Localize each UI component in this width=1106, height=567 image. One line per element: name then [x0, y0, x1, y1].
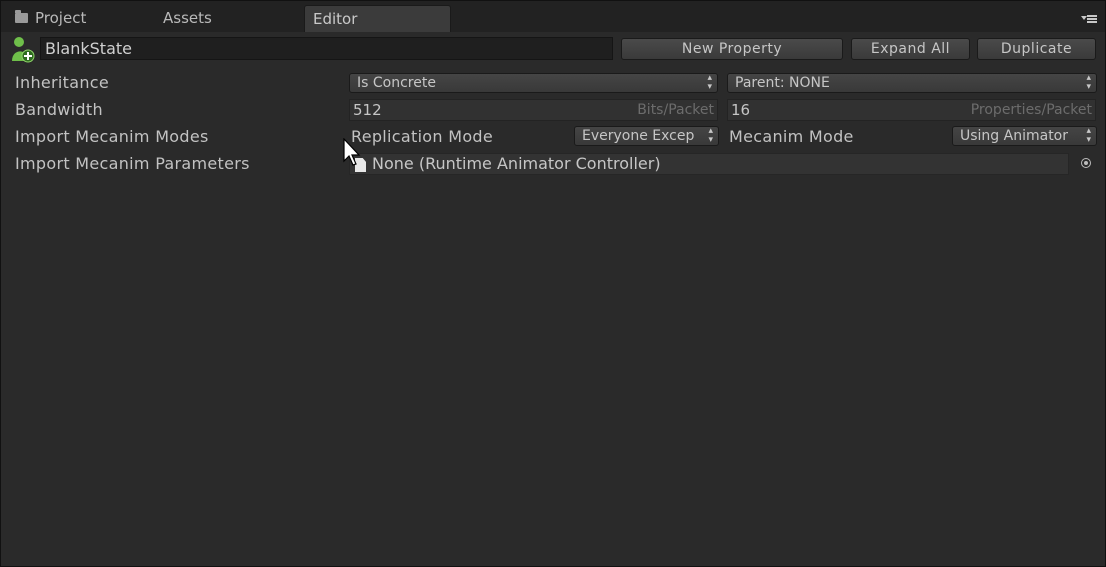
updown-arrows-icon: ▴ ▾ [1086, 73, 1091, 92]
replication-mode-dropdown[interactable]: Everyone Excep ▴ ▾ [574, 126, 719, 146]
expand-all-button[interactable]: Expand All [851, 38, 970, 60]
bits-unit: Bits/Packet [637, 102, 714, 118]
inheritance-mode-dropdown[interactable]: Is Concrete ▴ ▾ [349, 73, 718, 93]
object-picker-icon[interactable] [1081, 158, 1091, 168]
new-property-button[interactable]: New Property [621, 38, 843, 60]
bits-per-packet-field[interactable]: 512 Bits/Packet [349, 99, 718, 121]
state-name-input[interactable] [40, 37, 613, 60]
props-value: 16 [731, 101, 751, 119]
mecanim-mode-dropdown[interactable]: Using Animator ▴ ▾ [952, 126, 1097, 146]
inheritance-label: Inheritance [15, 73, 110, 92]
mecanim-parameters-label: Import Mecanim Parameters [15, 154, 250, 173]
tab-bar: Project Assets Editor [1, 1, 1105, 32]
updown-arrows-icon: ▴ ▾ [708, 126, 713, 145]
replication-mode-value: Everyone Excep [582, 128, 695, 144]
tab-editor-label: Editor [313, 10, 358, 28]
properties-per-packet-field[interactable]: 16 Properties/Packet [727, 99, 1096, 121]
state-add-icon [12, 37, 35, 63]
updown-arrows-icon: ▴ ▾ [707, 73, 712, 92]
animator-controller-field[interactable]: None (Runtime Animator Controller) [349, 153, 1069, 175]
tab-project-label: Project [35, 9, 87, 27]
inheritance-mode-value: Is Concrete [357, 75, 436, 91]
mouse-cursor-icon [343, 138, 361, 166]
tab-menu-icon[interactable] [1081, 13, 1097, 23]
tab-project[interactable]: Project [15, 5, 155, 32]
parent-dropdown[interactable]: Parent: NONE ▴ ▾ [727, 73, 1097, 93]
parent-value: Parent: NONE [735, 75, 830, 91]
mecanim-modes-label: Import Mecanim Modes [15, 127, 209, 146]
updown-arrows-icon: ▴ ▾ [1086, 126, 1091, 145]
duplicate-button[interactable]: Duplicate [977, 38, 1096, 60]
bandwidth-label: Bandwidth [15, 100, 103, 119]
props-unit: Properties/Packet [970, 102, 1092, 118]
folder-icon [15, 10, 28, 23]
tab-assets-label: Assets [163, 9, 212, 27]
animator-controller-value: None (Runtime Animator Controller) [372, 154, 661, 173]
mecanim-mode-value: Using Animator [960, 128, 1069, 144]
replication-mode-label: Replication Mode [351, 127, 494, 146]
tab-assets[interactable]: Assets [163, 5, 298, 32]
tab-editor[interactable]: Editor [304, 5, 451, 32]
bits-value: 512 [353, 101, 382, 119]
editor-window: Project Assets Editor New Property Expan… [0, 0, 1106, 567]
mecanim-mode-label: Mecanim Mode [729, 127, 854, 146]
